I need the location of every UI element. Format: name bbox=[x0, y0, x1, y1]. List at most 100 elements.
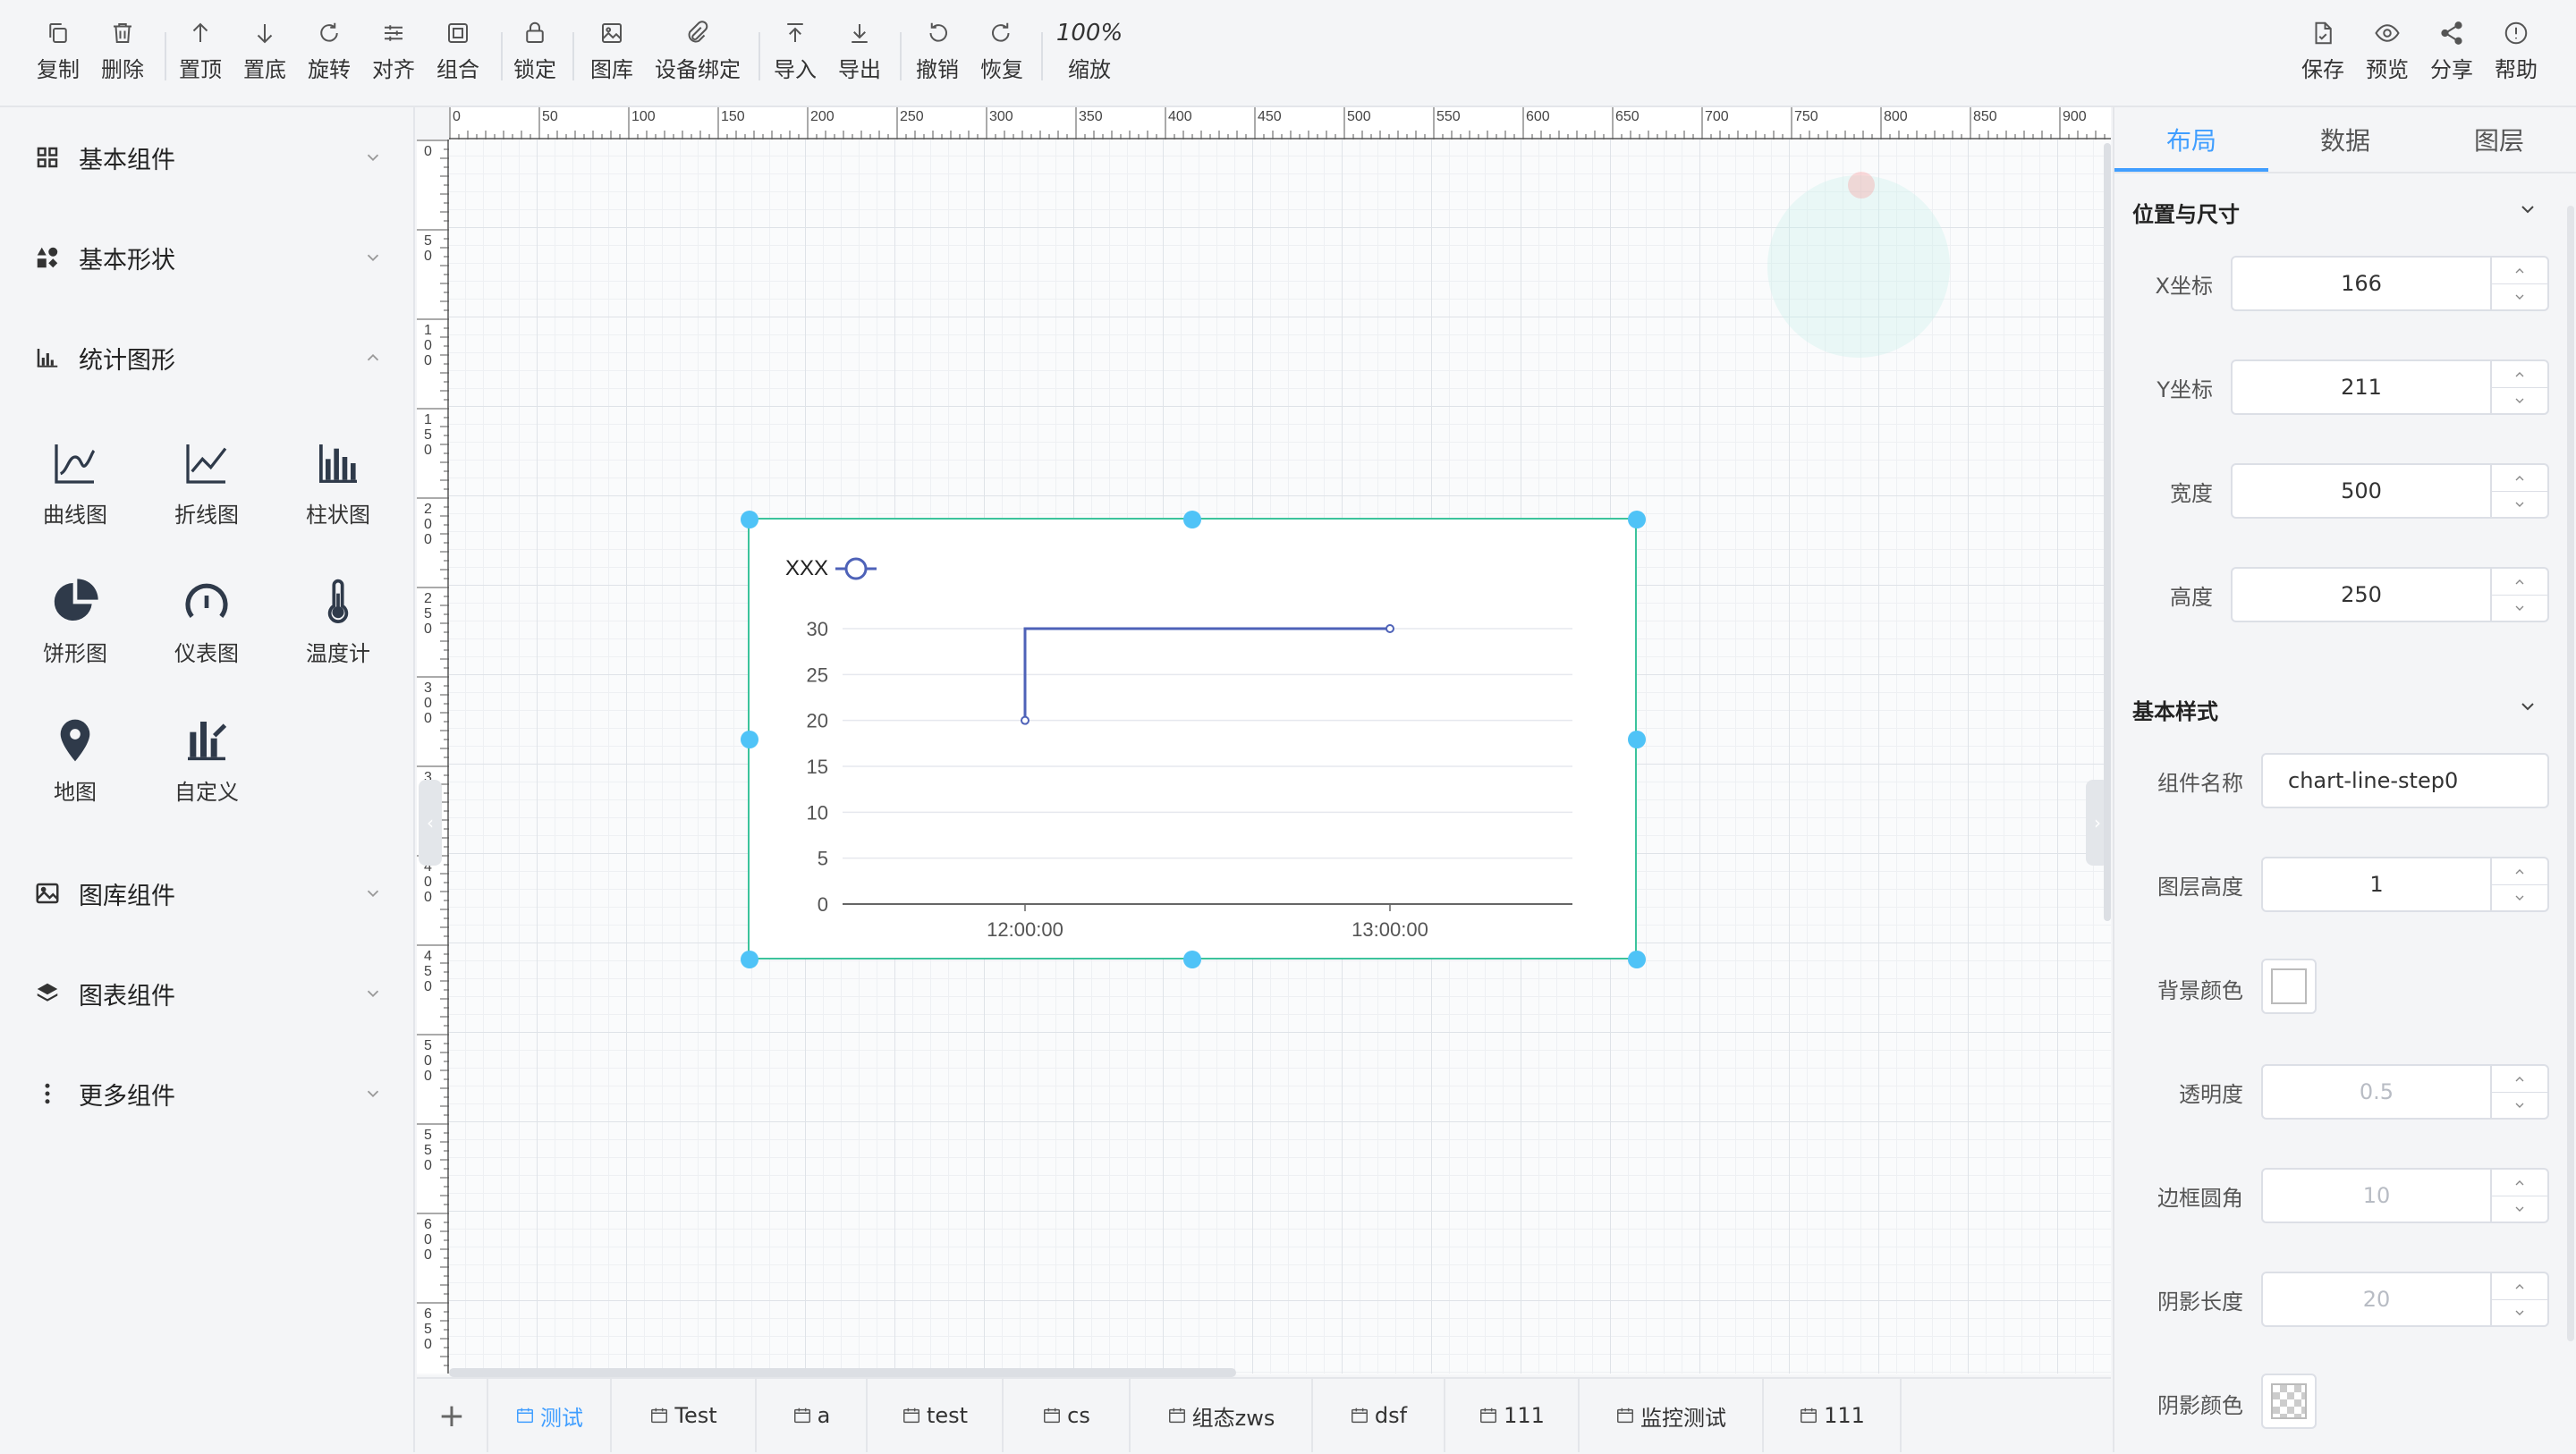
align-button[interactable]: 对齐 bbox=[358, 20, 429, 83]
increment-button[interactable] bbox=[2490, 1066, 2547, 1093]
decrement-button[interactable] bbox=[2490, 1092, 2547, 1118]
increment-button[interactable] bbox=[2490, 858, 2547, 885]
increment-button[interactable] bbox=[2490, 569, 2547, 596]
component-custom[interactable]: 自定义 bbox=[144, 715, 269, 806]
zoom-control[interactable]: 100% 缩放 bbox=[1054, 20, 1125, 83]
resize-handle-n[interactable] bbox=[1183, 511, 1201, 528]
component-line-chart[interactable]: 折线图 bbox=[144, 438, 269, 528]
component-name-input[interactable]: chart-line-step0 bbox=[2261, 753, 2549, 808]
category-basic-components[interactable]: 基本组件 bbox=[34, 131, 383, 184]
chevron-up-icon bbox=[2515, 371, 2524, 376]
tab-page[interactable]: 111 bbox=[1764, 1379, 1902, 1452]
increment-button[interactable] bbox=[2490, 465, 2547, 492]
decrement-button[interactable] bbox=[2490, 884, 2547, 910]
background-color-picker[interactable] bbox=[2261, 959, 2317, 1014]
decrement-button[interactable] bbox=[2490, 1299, 2547, 1325]
svg-text:0: 0 bbox=[424, 338, 432, 353]
add-page-button[interactable]: + bbox=[417, 1379, 488, 1452]
decrement-button[interactable] bbox=[2490, 491, 2547, 517]
export-button[interactable]: 导出 bbox=[824, 20, 895, 83]
increment-button[interactable] bbox=[2490, 258, 2547, 284]
component-thermometer[interactable]: 温度计 bbox=[275, 577, 401, 667]
section-basic-style[interactable]: 基本样式 bbox=[2132, 694, 2218, 725]
group-button[interactable]: 组合 bbox=[422, 20, 494, 83]
rotate-button[interactable]: 旋转 bbox=[293, 20, 365, 83]
tab-layers[interactable]: 图层 bbox=[2422, 107, 2576, 172]
component-map[interactable]: 地图 bbox=[13, 715, 138, 806]
send-to-bottom-button[interactable]: 置底 bbox=[229, 20, 301, 83]
preview-button[interactable]: 预览 bbox=[2351, 20, 2423, 83]
category-gallery-components[interactable]: 图库组件 bbox=[34, 866, 383, 920]
increment-button[interactable] bbox=[2490, 1170, 2547, 1196]
component-curve-chart[interactable]: 曲线图 bbox=[13, 438, 138, 528]
opacity-input[interactable]: 0.5 bbox=[2261, 1064, 2549, 1120]
shadow-length-input[interactable]: 20 bbox=[2261, 1272, 2549, 1327]
resize-handle-w[interactable] bbox=[741, 731, 758, 748]
border-radius-input[interactable]: 10 bbox=[2261, 1168, 2549, 1223]
copy-button[interactable]: 复制 bbox=[22, 20, 94, 83]
tab-page[interactable]: 组态zws bbox=[1131, 1379, 1313, 1452]
shadow-color-picker[interactable] bbox=[2261, 1374, 2317, 1429]
increment-button[interactable] bbox=[2490, 361, 2547, 388]
x-coordinate-input[interactable]: 166 bbox=[2231, 256, 2549, 311]
undo-button[interactable]: 撤销 bbox=[902, 20, 973, 83]
svg-text:0: 0 bbox=[424, 443, 432, 458]
category-statistics-charts[interactable]: 统计图形 bbox=[34, 331, 383, 385]
redo-button[interactable]: 恢复 bbox=[966, 20, 1038, 83]
chevron-down-icon[interactable] bbox=[2517, 696, 2538, 717]
lock-button[interactable]: 锁定 bbox=[499, 20, 571, 83]
bring-to-top-button[interactable]: 置顶 bbox=[165, 20, 236, 83]
resize-handle-nw[interactable] bbox=[741, 511, 758, 528]
property-panel-scrollbar[interactable] bbox=[2567, 206, 2574, 1341]
ruler-tick-label: 500 bbox=[424, 1038, 432, 1084]
resize-handle-se[interactable] bbox=[1628, 951, 1646, 968]
share-button[interactable]: 分享 bbox=[2416, 20, 2487, 83]
tab-layout[interactable]: 布局 bbox=[2114, 107, 2268, 172]
section-position-size[interactable]: 位置与尺寸 bbox=[2132, 197, 2240, 228]
left-panel-collapse-tab[interactable]: ‹ bbox=[419, 780, 442, 866]
component-pie-chart[interactable]: 饼形图 bbox=[13, 577, 138, 667]
decrement-button[interactable] bbox=[2490, 1196, 2547, 1222]
component-gauge[interactable]: 仪表图 bbox=[144, 577, 269, 667]
tab-page[interactable]: Test bbox=[612, 1379, 757, 1452]
tab-data[interactable]: 数据 bbox=[2268, 107, 2422, 172]
gallery-button[interactable]: 图库 bbox=[576, 20, 648, 83]
tab-page[interactable]: 111 bbox=[1445, 1379, 1580, 1452]
tab-page[interactable]: a bbox=[757, 1379, 868, 1452]
delete-button[interactable]: 删除 bbox=[87, 20, 158, 83]
decrement-button[interactable] bbox=[2490, 387, 2547, 413]
y-coordinate-input[interactable]: 211 bbox=[2231, 359, 2549, 415]
resize-handle-s[interactable] bbox=[1183, 951, 1201, 968]
tab-page[interactable]: 测试 bbox=[488, 1379, 612, 1452]
import-button[interactable]: 导入 bbox=[759, 20, 831, 83]
ruler-tick-label: 300 bbox=[424, 681, 432, 726]
component-column-chart[interactable]: 柱状图 bbox=[275, 438, 401, 528]
width-input[interactable]: 500 bbox=[2231, 463, 2549, 519]
height-input[interactable]: 250 bbox=[2231, 567, 2549, 622]
save-button[interactable]: 保存 bbox=[2287, 20, 2359, 83]
faded-gauge-widget[interactable] bbox=[1767, 175, 1950, 358]
ruler-tick-label: 650 bbox=[1615, 109, 1640, 124]
resize-handle-ne[interactable] bbox=[1628, 511, 1646, 528]
tab-page[interactable]: dsf bbox=[1313, 1379, 1445, 1452]
help-button[interactable]: 帮助 bbox=[2480, 20, 2552, 83]
chevron-down-icon[interactable] bbox=[2517, 199, 2538, 220]
horizontal-scrollbar[interactable] bbox=[449, 1368, 1236, 1377]
increment-button[interactable] bbox=[2490, 1273, 2547, 1300]
chevron-down-icon bbox=[2515, 502, 2524, 507]
device-bind-button[interactable]: 设备绑定 bbox=[655, 20, 741, 83]
resize-handle-sw[interactable] bbox=[741, 951, 758, 968]
category-basic-shapes[interactable]: 基本形状 bbox=[34, 231, 383, 284]
tab-page[interactable]: test bbox=[868, 1379, 1004, 1452]
decrement-button[interactable] bbox=[2490, 595, 2547, 621]
tab-page[interactable]: cs bbox=[1004, 1379, 1131, 1452]
layer-height-input[interactable]: 1 bbox=[2261, 857, 2549, 912]
svg-text:3: 3 bbox=[424, 681, 432, 696]
tab-page[interactable]: 监控测试 bbox=[1580, 1379, 1764, 1452]
decrement-button[interactable] bbox=[2490, 283, 2547, 309]
selected-chart-component[interactable]: XXX 0 5 10 15 20 25 30 12:00:00 13:00:00 bbox=[748, 518, 1637, 959]
resize-handle-e[interactable] bbox=[1628, 731, 1646, 748]
vertical-scrollbar[interactable] bbox=[2104, 143, 2111, 921]
category-chart-components[interactable]: 图表组件 bbox=[34, 967, 383, 1020]
category-more-components[interactable]: 更多组件 bbox=[34, 1067, 383, 1120]
